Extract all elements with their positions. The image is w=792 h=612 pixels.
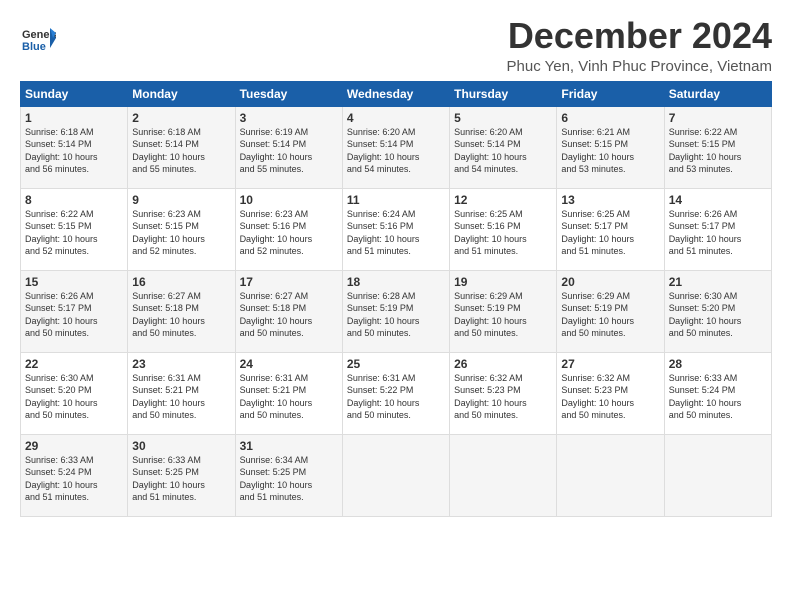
col-wednesday: Wednesday <box>342 81 449 106</box>
table-row: 6Sunrise: 6:21 AM Sunset: 5:15 PM Daylig… <box>557 106 664 188</box>
table-row: 4Sunrise: 6:20 AM Sunset: 5:14 PM Daylig… <box>342 106 449 188</box>
table-row <box>557 434 664 516</box>
col-sunday: Sunday <box>21 81 128 106</box>
col-thursday: Thursday <box>450 81 557 106</box>
table-row: 21Sunrise: 6:30 AM Sunset: 5:20 PM Dayli… <box>664 270 771 352</box>
table-row: 22Sunrise: 6:30 AM Sunset: 5:20 PM Dayli… <box>21 352 128 434</box>
location-subtitle: Phuc Yen, Vinh Phuc Province, Vietnam <box>507 58 772 75</box>
table-row: 5Sunrise: 6:20 AM Sunset: 5:14 PM Daylig… <box>450 106 557 188</box>
table-row: 18Sunrise: 6:28 AM Sunset: 5:19 PM Dayli… <box>342 270 449 352</box>
table-row: 26Sunrise: 6:32 AM Sunset: 5:23 PM Dayli… <box>450 352 557 434</box>
table-row: 8Sunrise: 6:22 AM Sunset: 5:15 PM Daylig… <box>21 188 128 270</box>
table-row: 7Sunrise: 6:22 AM Sunset: 5:15 PM Daylig… <box>664 106 771 188</box>
table-row: 11Sunrise: 6:24 AM Sunset: 5:16 PM Dayli… <box>342 188 449 270</box>
col-saturday: Saturday <box>664 81 771 106</box>
col-tuesday: Tuesday <box>235 81 342 106</box>
page-title: December 2024 <box>507 16 772 56</box>
table-row: 27Sunrise: 6:32 AM Sunset: 5:23 PM Dayli… <box>557 352 664 434</box>
table-row: 15Sunrise: 6:26 AM Sunset: 5:17 PM Dayli… <box>21 270 128 352</box>
table-row: 23Sunrise: 6:31 AM Sunset: 5:21 PM Dayli… <box>128 352 235 434</box>
table-row <box>450 434 557 516</box>
table-row: 3Sunrise: 6:19 AM Sunset: 5:14 PM Daylig… <box>235 106 342 188</box>
table-row: 2Sunrise: 6:18 AM Sunset: 5:14 PM Daylig… <box>128 106 235 188</box>
table-row: 12Sunrise: 6:25 AM Sunset: 5:16 PM Dayli… <box>450 188 557 270</box>
table-row: 1Sunrise: 6:18 AM Sunset: 5:14 PM Daylig… <box>21 106 128 188</box>
table-row <box>342 434 449 516</box>
table-row: 30Sunrise: 6:33 AM Sunset: 5:25 PM Dayli… <box>128 434 235 516</box>
table-row <box>664 434 771 516</box>
logo: General Blue <box>20 20 56 52</box>
svg-text:Blue: Blue <box>22 41 46 53</box>
col-monday: Monday <box>128 81 235 106</box>
table-row: 29Sunrise: 6:33 AM Sunset: 5:24 PM Dayli… <box>21 434 128 516</box>
table-row: 19Sunrise: 6:29 AM Sunset: 5:19 PM Dayli… <box>450 270 557 352</box>
table-row: 25Sunrise: 6:31 AM Sunset: 5:22 PM Dayli… <box>342 352 449 434</box>
table-row: 16Sunrise: 6:27 AM Sunset: 5:18 PM Dayli… <box>128 270 235 352</box>
table-row: 13Sunrise: 6:25 AM Sunset: 5:17 PM Dayli… <box>557 188 664 270</box>
table-row: 9Sunrise: 6:23 AM Sunset: 5:15 PM Daylig… <box>128 188 235 270</box>
table-row: 24Sunrise: 6:31 AM Sunset: 5:21 PM Dayli… <box>235 352 342 434</box>
table-row: 20Sunrise: 6:29 AM Sunset: 5:19 PM Dayli… <box>557 270 664 352</box>
table-row: 14Sunrise: 6:26 AM Sunset: 5:17 PM Dayli… <box>664 188 771 270</box>
table-row: 28Sunrise: 6:33 AM Sunset: 5:24 PM Dayli… <box>664 352 771 434</box>
table-row: 10Sunrise: 6:23 AM Sunset: 5:16 PM Dayli… <box>235 188 342 270</box>
col-friday: Friday <box>557 81 664 106</box>
table-row: 17Sunrise: 6:27 AM Sunset: 5:18 PM Dayli… <box>235 270 342 352</box>
table-row: 31Sunrise: 6:34 AM Sunset: 5:25 PM Dayli… <box>235 434 342 516</box>
